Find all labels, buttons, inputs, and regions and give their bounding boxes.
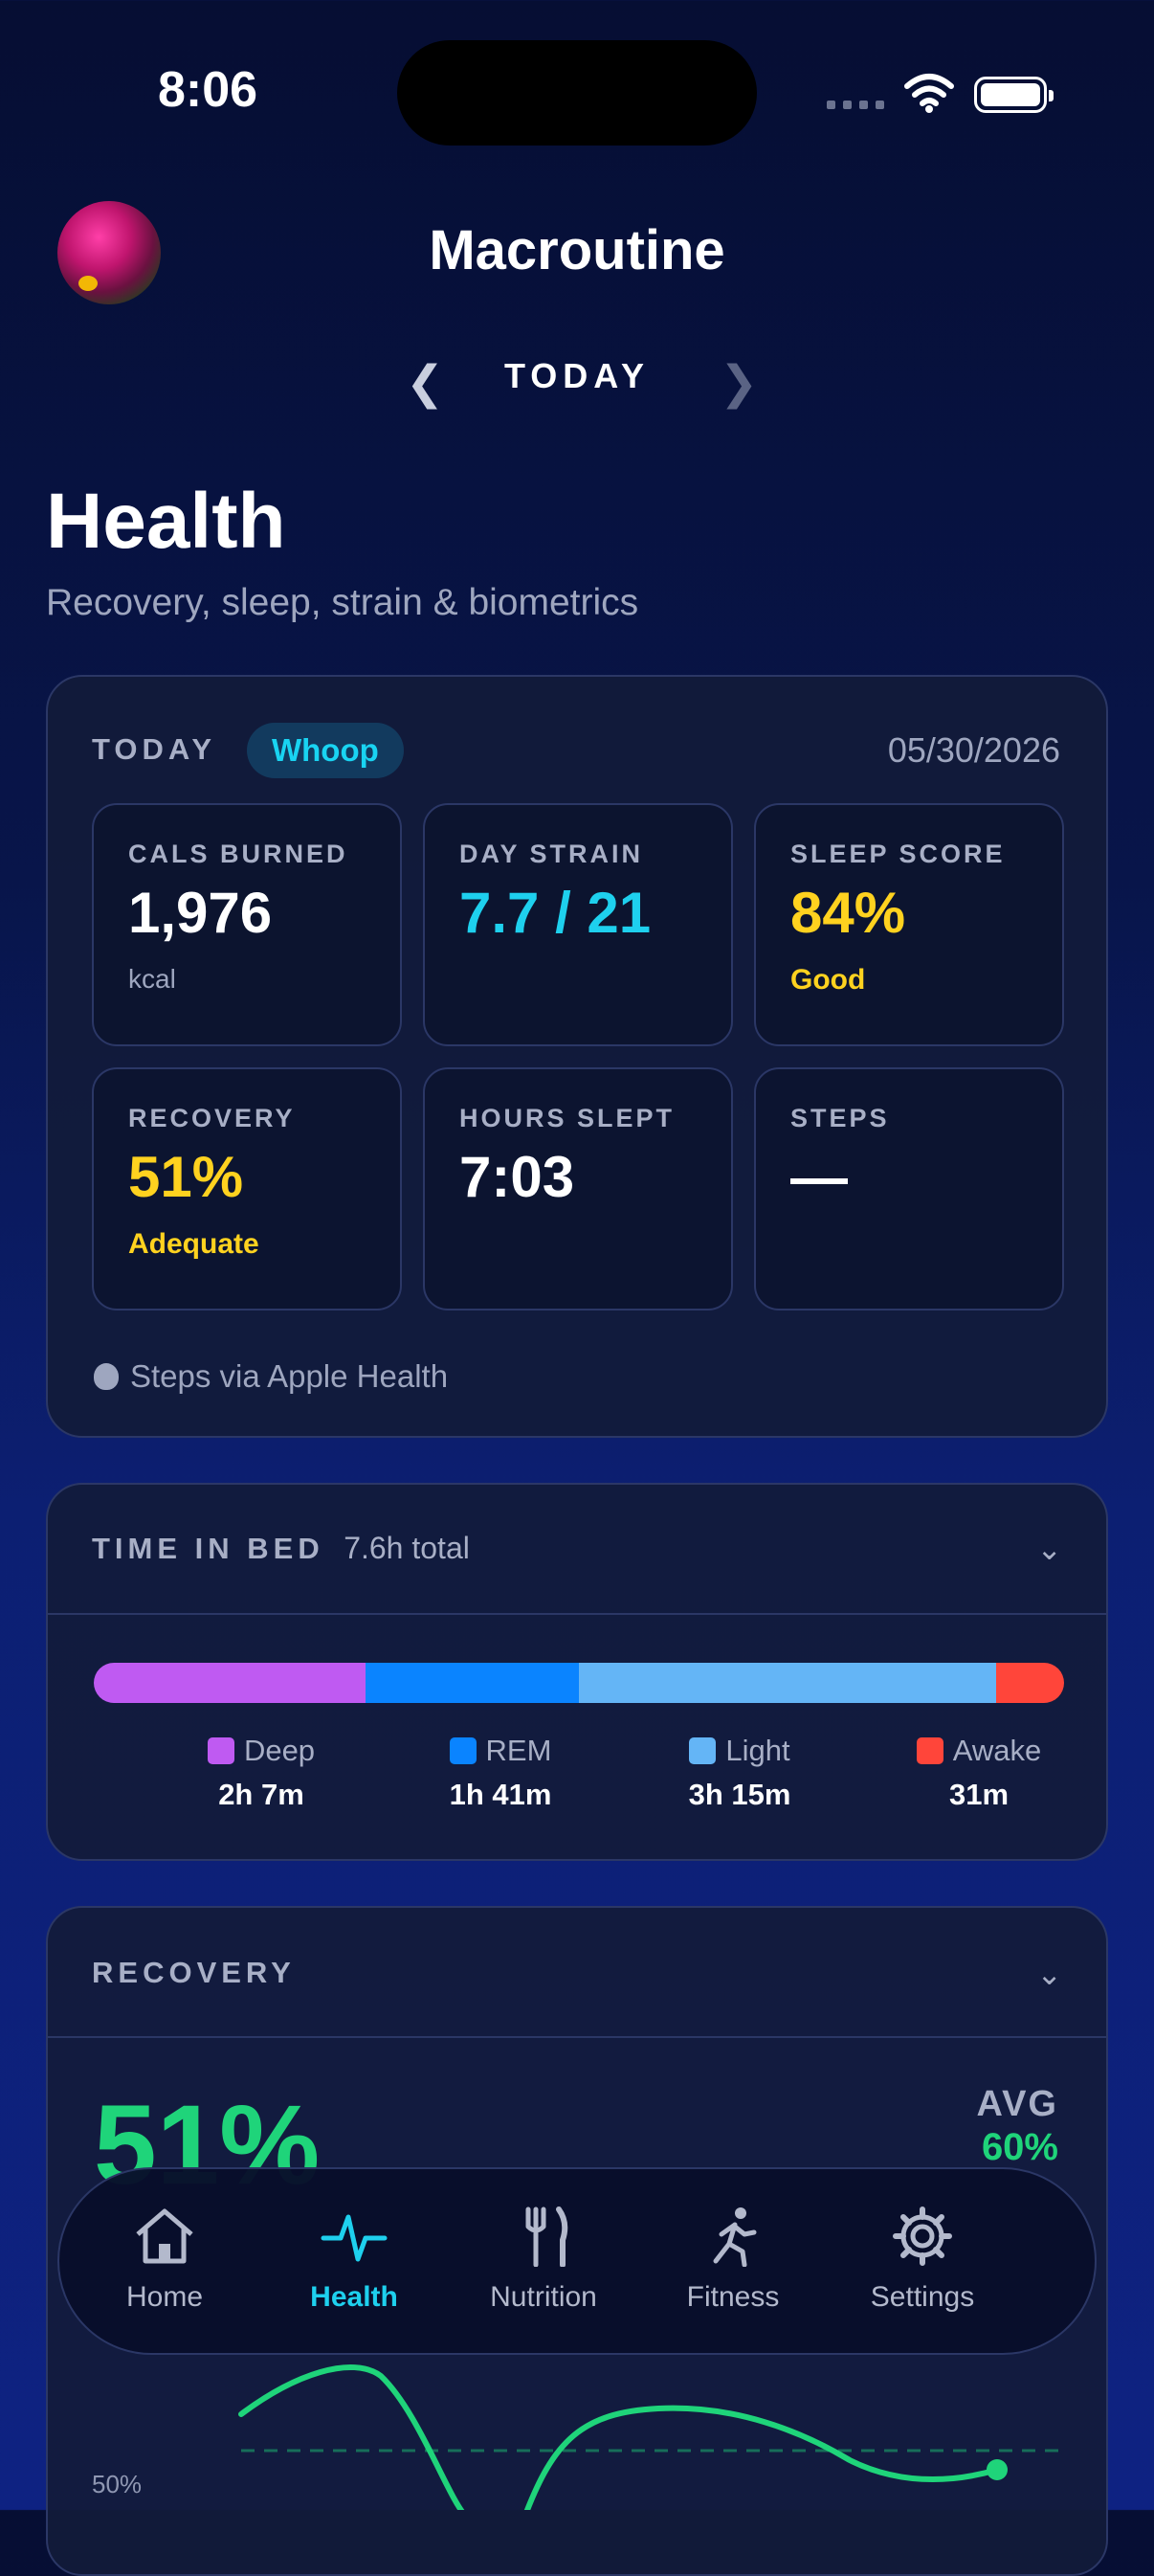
legend-stage-name: Light [725, 1734, 790, 1767]
metric-value: 84% [790, 881, 906, 945]
legend-stage-duration: 1h 41m [449, 1778, 552, 1811]
legend-swatch [916, 1737, 943, 1764]
page-title: Health [46, 478, 286, 565]
metric-label: HOURS SLEPT [459, 1104, 676, 1132]
legend-stage-name: Deep [243, 1734, 316, 1767]
metric-sub: kcal [128, 964, 176, 994]
metric-label: SLEEP SCORE [790, 840, 1006, 868]
recovery-trend-chart [238, 2363, 1060, 2510]
sleep-stage-legend: Deep 2h 7m REM 1h 41m Light 3h 15m Awake 31m [142, 1734, 1099, 1812]
tab-nutrition[interactable]: Nutrition [448, 2206, 639, 2314]
home-icon [136, 2208, 193, 2264]
latest-point [987, 2459, 1008, 2480]
legend-item: Deep 2h 7m [142, 1734, 381, 1812]
time-in-bed-header[interactable]: TIME IN BED 7.6h total [92, 1531, 470, 1566]
metric-label: STEPS [790, 1104, 890, 1132]
time-in-bed-total: 7.6h total [344, 1531, 470, 1565]
metric-sub: Good [790, 964, 866, 996]
time-in-bed-card[interactable]: TIME IN BED 7.6h total ⌄ Deep 2h 7m REM 1h … [46, 1483, 1108, 1861]
wifi-icon [904, 74, 954, 113]
metric-value: 1,976 [128, 881, 273, 945]
tab-bar: Home Health Nutrition Fitness Settings [57, 2167, 1097, 2355]
apple-icon [94, 1363, 119, 1390]
today-summary-card: TODAY Whoop 05/30/2026 CALS BURNED 1,976 k… [46, 675, 1108, 1438]
chevron-down-icon[interactable]: ⌄ [1036, 1531, 1062, 1567]
chevron-down-icon[interactable]: ⌄ [1036, 1956, 1062, 1992]
recovery-label: RECOVERY [92, 1956, 296, 1989]
metric-label: DAY STRAIN [459, 840, 644, 868]
summary-date: 05/30/2026 [887, 730, 1060, 770]
tab-settings[interactable]: Settings [827, 2206, 1018, 2314]
steps-source-note: Steps via Apple Health [94, 1358, 448, 1395]
battery-icon [974, 77, 1054, 113]
gear-icon [893, 2206, 952, 2266]
tab-fitness[interactable]: Fitness [637, 2206, 829, 2314]
chevron-left-icon[interactable]: ❮ [406, 356, 444, 410]
recovery-avg-value: 60% [981, 2126, 1058, 2168]
legend-swatch [207, 1737, 234, 1764]
tab-health[interactable]: Health [258, 2206, 450, 2314]
metric-sub: Adequate [128, 1228, 259, 1260]
metric-tile: HOURS SLEPT 7:03 [423, 1067, 733, 1310]
legend-item: Awake 31m [859, 1734, 1099, 1812]
chart-reference-label: 50% [92, 2470, 143, 2498]
cellular-signal-icon [827, 101, 884, 110]
status-time: 8:06 [158, 62, 258, 118]
metric-tile: DAY STRAIN 7.7 / 21 [423, 803, 733, 1046]
legend-item: Light 3h 15m [620, 1734, 859, 1812]
metric-tile: RECOVERY 51% Adequate [92, 1067, 402, 1310]
metric-tile: CALS BURNED 1,976 kcal [92, 803, 402, 1046]
legend-swatch [689, 1737, 717, 1764]
legend-stage-duration: 3h 15m [688, 1778, 791, 1811]
sleep-stage-segment [94, 1663, 366, 1703]
dynamic-island [397, 40, 757, 146]
running-icon [713, 2207, 757, 2268]
tab-home[interactable]: Home [69, 2206, 260, 2314]
legend-stage-name: Awake [952, 1734, 1042, 1767]
sleep-stage-segment [996, 1663, 1064, 1703]
app-title: Macroutine [429, 219, 725, 281]
legend-swatch [449, 1737, 477, 1764]
tab-label: Fitness [686, 2281, 780, 2313]
metric-label: RECOVERY [128, 1104, 296, 1132]
metric-value: — [790, 1145, 848, 1209]
metric-value: 51% [128, 1145, 244, 1209]
tab-label: Health [310, 2281, 398, 2313]
fork-knife-icon [525, 2206, 568, 2268]
heartbeat-icon [321, 2214, 388, 2262]
metric-tile: SLEEP SCORE 84% Good [754, 803, 1064, 1046]
tab-label: Home [125, 2281, 204, 2313]
legend-stage-duration: 31m [948, 1778, 1010, 1811]
tab-label: Nutrition [490, 2281, 597, 2313]
sleep-stage-segment [365, 1663, 579, 1703]
legend-item: REM 1h 41m [381, 1734, 620, 1812]
legend-stage-duration: 2h 7m [218, 1778, 304, 1811]
metric-tile: STEPS — [754, 1067, 1064, 1310]
time-in-bed-label: TIME IN BED [92, 1532, 324, 1565]
sleep-stage-segment [578, 1663, 996, 1703]
tab-label: Settings [870, 2281, 975, 2313]
page-subtitle: Recovery, sleep, strain & biometrics [46, 582, 639, 623]
recovery-trend-line [238, 2363, 1000, 2510]
divider [48, 2036, 1106, 2038]
divider [48, 1613, 1106, 1615]
metric-label: CALS BURNED [128, 840, 348, 868]
legend-stage-name: REM [485, 1734, 552, 1767]
source-badge: Whoop [247, 723, 404, 778]
metric-value: 7:03 [459, 1145, 575, 1209]
recovery-avg-label: AVG [976, 2084, 1058, 2124]
sleep-stage-bar [94, 1663, 1064, 1703]
date-nav-label: TODAY [503, 356, 651, 395]
steps-note-text: Steps via Apple Health [130, 1358, 449, 1394]
chevron-right-icon[interactable]: ❯ [720, 356, 758, 410]
metric-value: 7.7 / 21 [459, 881, 652, 945]
today-label: TODAY [92, 732, 217, 766]
